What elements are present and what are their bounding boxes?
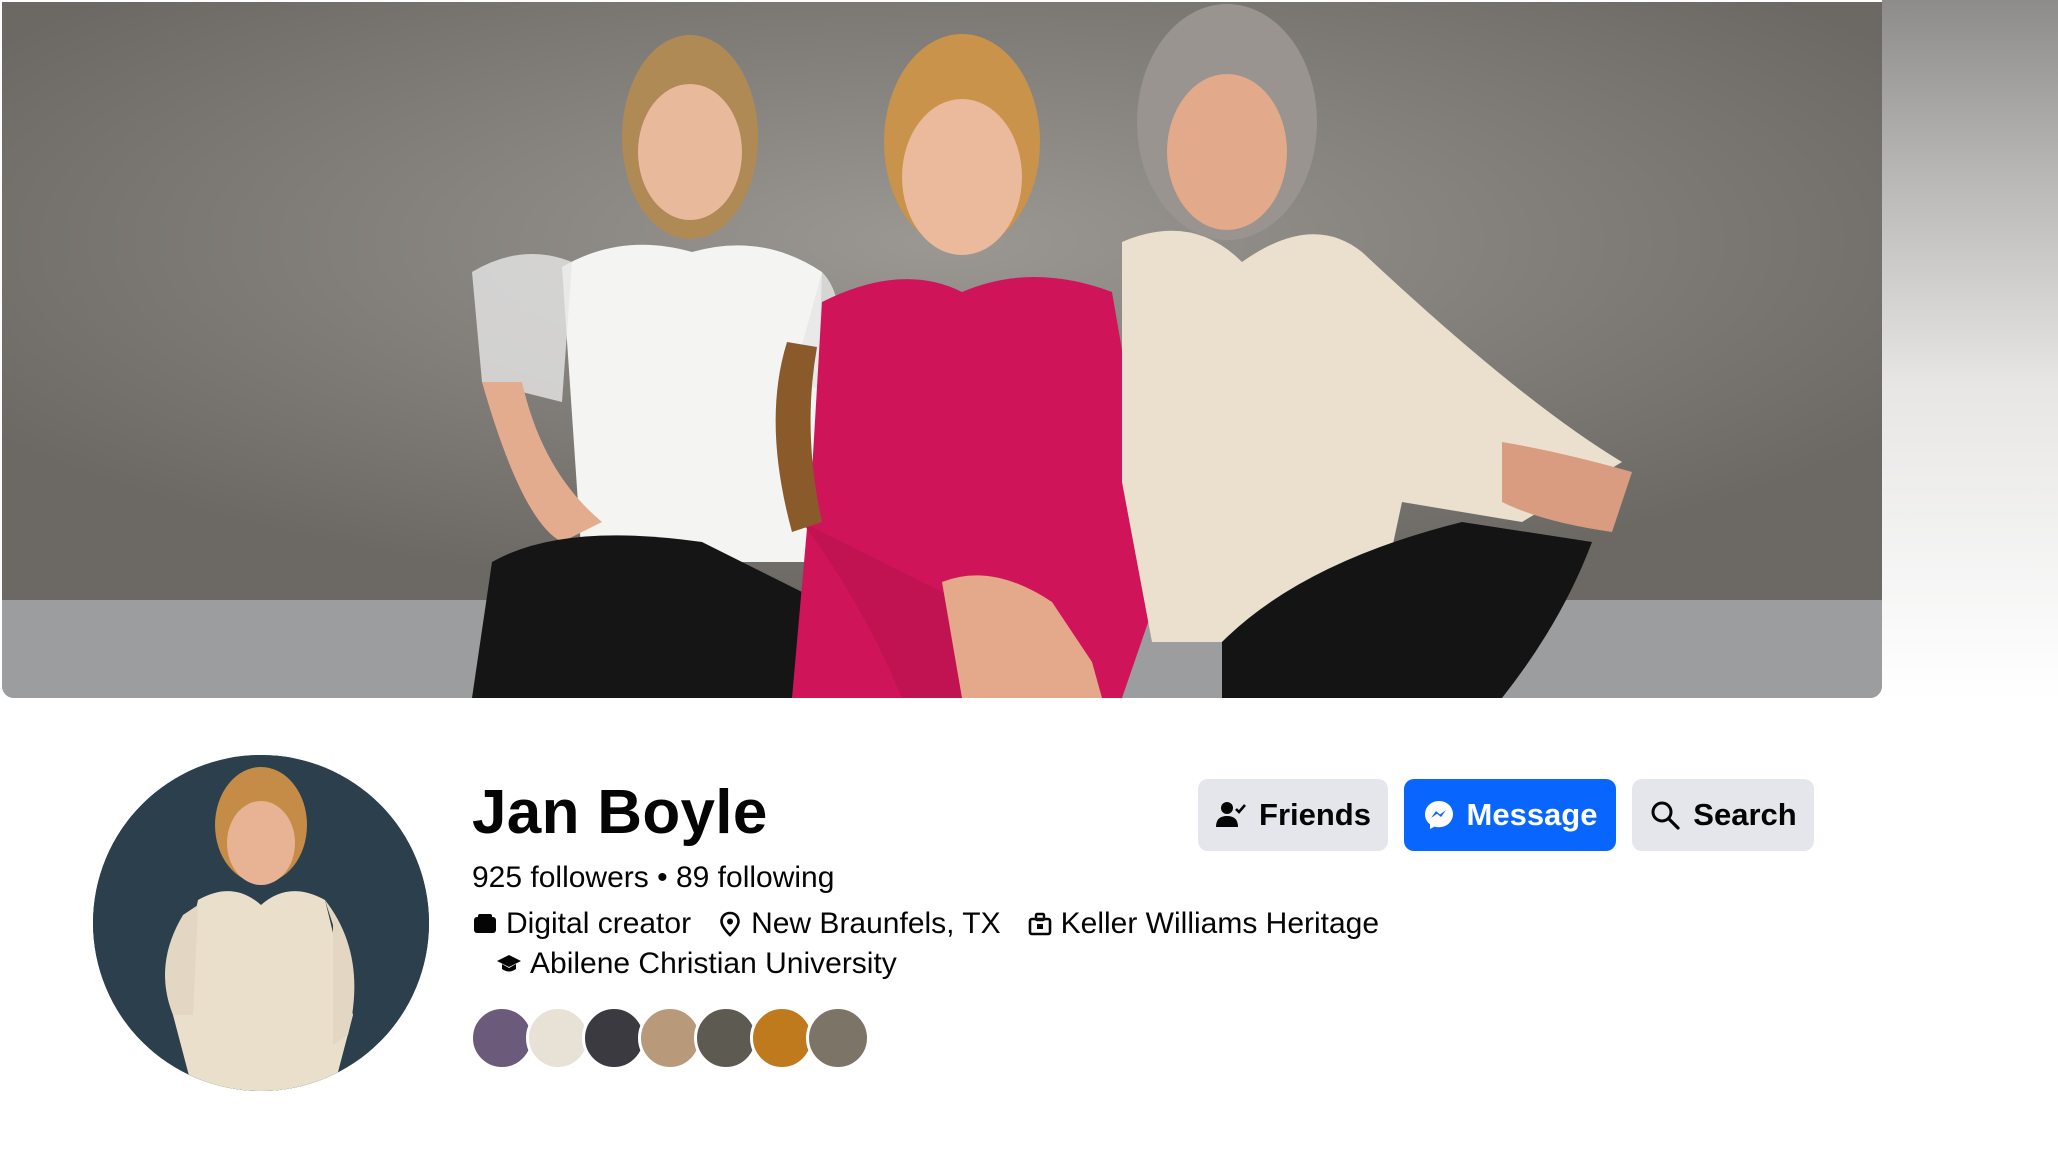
intro-row-2: Abilene Christian University	[496, 944, 923, 984]
intro-row-1: Digital creator New Braunfels, TX Keller…	[472, 904, 1405, 944]
intro-location: New Braunfels, TX	[717, 904, 1001, 944]
friend-avatar-4[interactable]	[638, 1006, 702, 1070]
intro-category: Digital creator	[472, 904, 691, 944]
messenger-icon	[1423, 799, 1455, 831]
friend-avatar-2[interactable]	[526, 1006, 590, 1070]
intro-work: Keller Williams Heritage	[1027, 904, 1379, 944]
category-icon	[472, 911, 498, 937]
briefcase-icon	[1027, 911, 1053, 937]
stats-separator: •	[657, 861, 668, 894]
background-fade	[1882, 0, 2058, 700]
search-button[interactable]: Search	[1632, 779, 1814, 851]
graduation-cap-icon	[496, 951, 522, 977]
person-check-icon	[1215, 799, 1247, 831]
follow-stats: 925 followers • 89 following	[472, 858, 834, 898]
profile-picture[interactable]	[93, 755, 429, 1091]
cover-photo[interactable]	[2, 2, 1882, 698]
friend-avatar-1[interactable]	[470, 1006, 534, 1070]
message-button[interactable]: Message	[1404, 779, 1616, 851]
profile-name: Jan Boyle	[472, 778, 768, 847]
search-icon	[1649, 799, 1681, 831]
friend-avatar-6[interactable]	[750, 1006, 814, 1070]
intro-education: Abilene Christian University	[496, 944, 897, 984]
profile-picture-illustration	[93, 755, 429, 1091]
friend-avatar-3[interactable]	[582, 1006, 646, 1070]
map-pin-icon	[717, 911, 743, 937]
following-count[interactable]: 89 following	[676, 861, 834, 894]
friend-avatar-7[interactable]	[806, 1006, 870, 1070]
friends-button[interactable]: Friends	[1198, 779, 1388, 851]
cover-photo-illustration	[2, 2, 1882, 698]
followers-count[interactable]: 925 followers	[472, 861, 649, 894]
friend-avatar-5[interactable]	[694, 1006, 758, 1070]
